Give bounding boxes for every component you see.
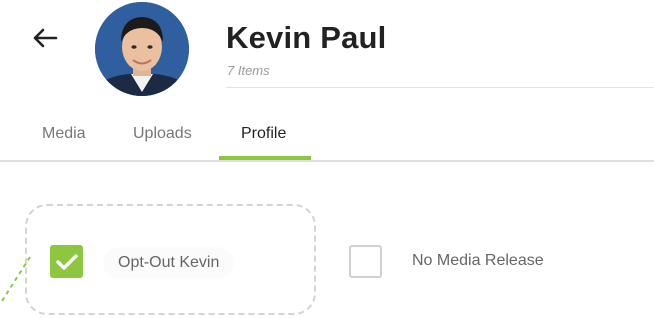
- tab-profile[interactable]: Profile: [241, 125, 286, 143]
- checkmark-icon: [55, 253, 78, 270]
- item-count: 7 Items: [227, 63, 270, 78]
- arrow-left-icon: [33, 28, 58, 48]
- back-button[interactable]: [28, 22, 62, 54]
- avatar: [95, 2, 189, 96]
- profile-name: Kevin Paul: [226, 20, 387, 55]
- dashed-pointer-line: [1, 256, 31, 302]
- opt-out-label[interactable]: Opt-Out Kevin: [104, 248, 234, 278]
- opt-out-checkbox[interactable]: [50, 245, 83, 278]
- no-media-release-checkbox[interactable]: [349, 245, 382, 278]
- tab-bar: Media Uploads Profile: [0, 112, 654, 162]
- avatar-photo: [95, 2, 189, 96]
- tab-media[interactable]: Media: [42, 125, 86, 143]
- header-divider: [226, 87, 654, 88]
- tabs-divider: [0, 160, 654, 162]
- tab-uploads[interactable]: Uploads: [133, 125, 192, 143]
- no-media-release-label[interactable]: No Media Release: [412, 252, 544, 270]
